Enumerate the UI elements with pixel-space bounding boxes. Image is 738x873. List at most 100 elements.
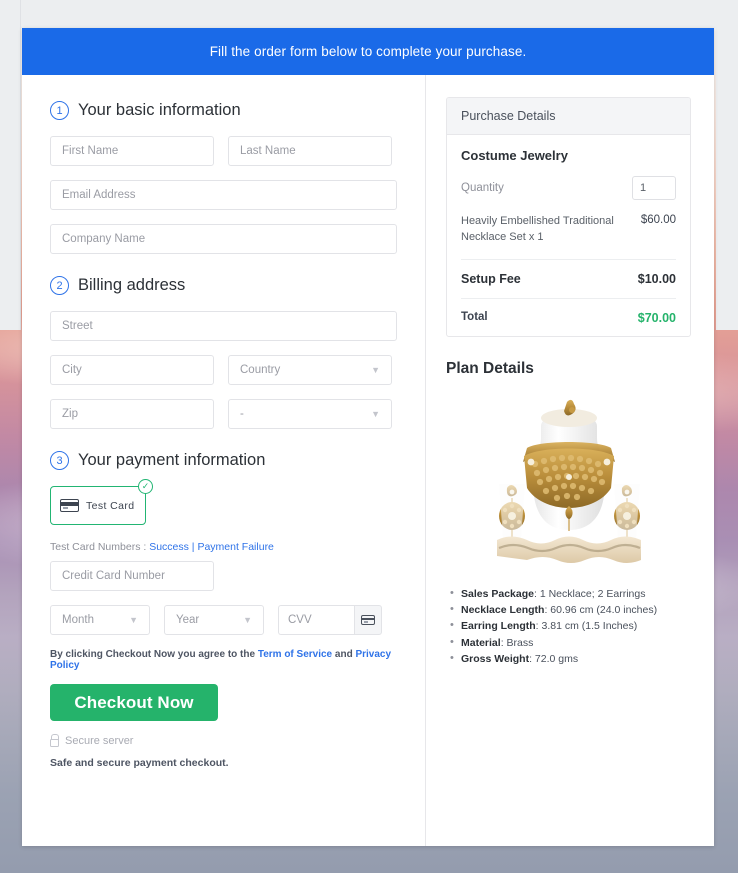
company-name-input[interactable]: Company Name [50,224,397,254]
step-3-title: Your payment information [78,451,266,469]
spec-label: Gross Weight [461,652,530,665]
zip-state-row: Zip - ▼ [50,399,397,429]
zip-input[interactable]: Zip [50,399,214,429]
last-name-input[interactable]: Last Name [228,136,392,166]
country-select[interactable]: Country ▼ [228,355,392,385]
plan-details-title: Plan Details [446,359,534,377]
spec-label: Material [461,636,501,649]
setup-fee-row: Setup Fee $10.00 [461,260,676,299]
chevron-down-icon: ▼ [371,408,380,419]
spec-label: Necklace Length [461,604,545,617]
chevron-down-icon: ▼ [371,364,380,375]
test-card-numbers-note: Test Card Numbers : Success | Payment Fa… [50,541,397,553]
step-2-number: 2 [50,276,69,295]
spec-value: : 60.96 cm (24.0 inches) [544,604,658,617]
secure-server-row: Secure server [50,733,397,747]
window-chrome-divider [20,0,21,330]
necklace-set-illustration [496,399,641,563]
total-price: $70.00 [637,310,676,325]
email-input[interactable]: Email Address [50,180,397,210]
setup-fee-price: $10.00 [637,271,676,286]
list-item: Necklace Length: 60.96 cm (24.0 inches) [450,602,691,618]
product-specs-list: Sales Package: 1 Necklace; 2 Earrings Ne… [446,586,691,667]
cvv-group: CVV [278,605,382,635]
purchase-details-box: Purchase Details Costume Jewelry Quantit… [446,97,691,337]
list-item: Earring Length: 3.81 cm (1.5 Inches) [450,618,691,634]
line-item-row: Heavily Embellished Traditional Necklace… [461,214,676,260]
product-image [446,388,691,573]
test-card-numbers-label: Test Card Numbers : [50,541,150,553]
quantity-label: Quantity [461,182,504,194]
window-chrome-left [0,0,21,330]
step-3-number: 3 [50,451,69,470]
line-item-price: $60.00 [640,214,676,226]
terms-middle: and [332,649,356,660]
step-3-header: 3 Your payment information [50,451,397,470]
list-item: Sales Package: 1 Necklace; 2 Earrings [450,586,691,602]
step-1-header: 1 Your basic information [50,101,397,120]
credit-card-icon [361,615,375,625]
first-name-input[interactable]: First Name [50,136,214,166]
total-label: Total [461,310,488,323]
credit-card-number-input[interactable]: Credit Card Number [50,561,214,591]
terms-of-service-link[interactable]: Term of Service [258,649,332,660]
spec-label: Earring Length [461,620,536,633]
company-row: Company Name [50,224,397,254]
instruction-banner: Fill the order form below to complete yo… [22,28,714,75]
test-card-label: Test Card [86,499,135,512]
spec-value: : 72.0 gms [529,652,579,665]
quantity-input[interactable]: 1 [632,176,676,200]
lock-icon [50,733,60,747]
test-success-link[interactable]: Success [149,541,189,553]
order-form: 1 Your basic information First Name Last… [22,75,426,846]
setup-fee-label: Setup Fee [461,271,521,286]
chevron-down-icon: ▼ [243,614,252,625]
state-select[interactable]: - ▼ [228,399,392,429]
purchase-details-body: Costume Jewelry Quantity 1 Heavily Embel… [447,135,690,336]
list-item: Material: Brass [450,635,691,651]
expiry-month-value: Month [62,614,94,626]
email-row: Email Address [50,180,397,210]
country-select-value: Country [240,364,281,376]
safe-checkout-note: Safe and secure payment checkout. [50,757,229,769]
spec-value: : 3.81 cm (1.5 Inches) [535,620,638,633]
instruction-banner-text: Fill the order form below to complete yo… [209,44,527,59]
spec-value: : 1 Necklace; 2 Earrings [533,587,646,600]
cvv-help-button[interactable] [354,605,382,635]
expiry-month-select[interactable]: Month ▼ [50,605,150,635]
spec-label: Sales Package [461,587,534,600]
list-item: Gross Weight: 72.0 gms [450,651,691,667]
terms-text: By clicking Checkout Now you agree to th… [50,649,397,671]
checkout-button[interactable]: Checkout Now [50,684,218,721]
order-summary-sidebar: Purchase Details Costume Jewelry Quantit… [426,75,713,846]
test-card-option[interactable]: Test Card [50,486,146,525]
cvv-input[interactable]: CVV [278,605,354,635]
name-row: First Name Last Name [50,136,397,166]
terms-prefix: By clicking Checkout Now you agree to th… [50,649,258,660]
credit-card-icon [60,499,79,512]
window-chrome-right [716,0,738,330]
window-chrome-top [0,0,738,28]
step-1-number: 1 [50,101,69,120]
quantity-row: Quantity 1 [461,176,676,200]
expiry-cvv-row: Month ▼ Year ▼ CVV [50,605,397,635]
line-item-description: Heavily Embellished Traditional Necklace… [461,215,614,243]
state-select-value: - [240,408,244,420]
street-row: Street [50,311,397,341]
card-number-row: Credit Card Number [50,561,397,591]
check-circle-icon: ✓ [138,479,153,494]
total-row: Total $70.00 [461,299,676,325]
step-1-title: Your basic information [78,101,241,119]
product-name: Costume Jewelry [461,148,568,163]
secure-server-label: Secure server [65,735,134,747]
chevron-down-icon: ▼ [129,614,138,625]
spec-value: : Brass [500,636,534,649]
city-input[interactable]: City [50,355,214,385]
street-input[interactable]: Street [50,311,397,341]
purchase-details-header: Purchase Details [447,98,690,135]
checkout-card: Fill the order form below to complete yo… [22,28,714,846]
expiry-year-select[interactable]: Year ▼ [164,605,264,635]
expiry-year-value: Year [176,614,200,626]
test-failure-link[interactable]: Payment Failure [197,541,273,553]
step-2-title: Billing address [78,276,186,294]
